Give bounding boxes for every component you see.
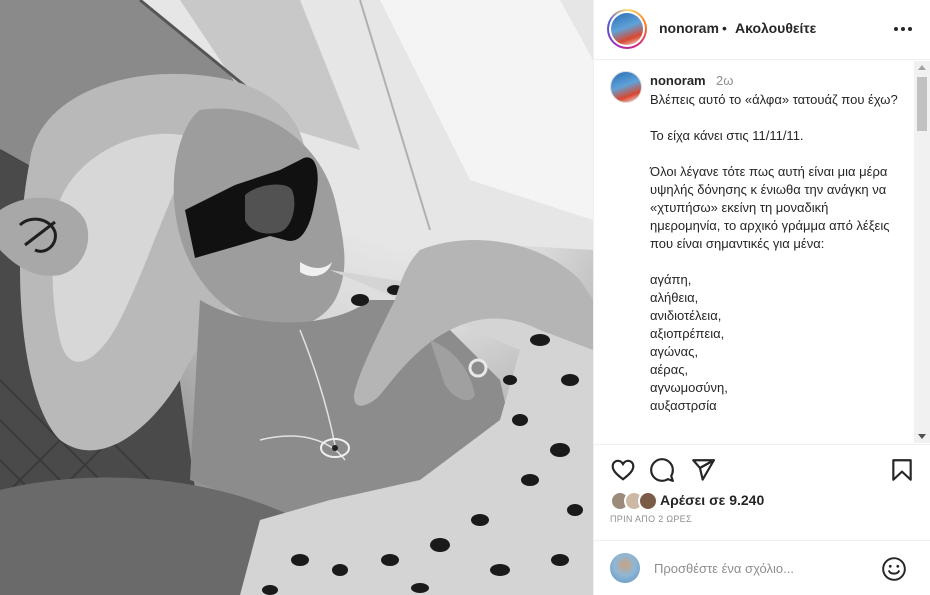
caption-avatar[interactable] (610, 71, 642, 103)
post-header: nonoram • Ακολουθείτε (594, 0, 930, 60)
caption-line: ανιδιοτέλεια, (650, 308, 722, 323)
comment-box (594, 540, 930, 595)
bookmark-icon[interactable] (889, 457, 915, 483)
caption-line: αξιοπρέπεια, (650, 326, 725, 341)
scroll-down-icon[interactable] (918, 434, 926, 439)
caption-line: αλήθεια, (650, 290, 699, 305)
caption-line: αυξαστρσία (650, 398, 717, 413)
heart-icon[interactable] (610, 457, 636, 483)
caption-text: Βλέπεις αυτό το «άλφα» τατουάζ που έχω? … (650, 91, 900, 415)
author-avatar[interactable] (607, 9, 647, 49)
caption-username[interactable]: nonoram (650, 73, 706, 88)
send-icon[interactable] (690, 457, 716, 483)
post-panel: nonoram • Ακολουθείτε nonoram 2ω Βλέπεις… (593, 0, 930, 595)
scroll-up-icon[interactable] (918, 65, 926, 70)
likes-count[interactable]: Αρέσει σε 9.240 (660, 492, 764, 508)
liker-avatar[interactable] (638, 491, 658, 511)
separator-dot: • (722, 20, 727, 36)
user-avatar (610, 553, 640, 583)
photo-illustration (0, 0, 593, 595)
caption-area: nonoram 2ω Βλέπεις αυτό το «άλφα» τατουά… (594, 61, 930, 443)
caption-line: Το είχα κάνει στις 11/11/11. (650, 128, 804, 143)
caption-line: Όλοι λέγανε τότε πως αυτή είναι μια μέρα… (650, 164, 890, 251)
comment-icon[interactable] (649, 457, 675, 483)
post-photo[interactable] (0, 0, 593, 595)
caption-time[interactable]: 2ω (716, 73, 733, 88)
caption-line: αέρας, (650, 362, 689, 377)
comment-input[interactable] (654, 555, 859, 581)
more-icon[interactable] (891, 14, 915, 44)
caption-line: αγώνας, (650, 344, 699, 359)
caption-scrollbar[interactable] (914, 61, 930, 443)
author-username[interactable]: nonoram (659, 20, 719, 36)
following-button[interactable]: Ακολουθείτε (735, 20, 816, 36)
post-timestamp[interactable]: ΠΡΙΝ ΑΠΟ 2 ΩΡΕΣ (610, 514, 692, 524)
caption-line: αγνωμοσύνη, (650, 380, 728, 395)
emoji-icon[interactable] (881, 556, 907, 582)
caption-line: Βλέπεις αυτό το «άλφα» τατουάζ που έχω? (650, 92, 898, 107)
scroll-thumb[interactable] (917, 77, 927, 131)
caption-line: αγάπη, (650, 272, 692, 287)
